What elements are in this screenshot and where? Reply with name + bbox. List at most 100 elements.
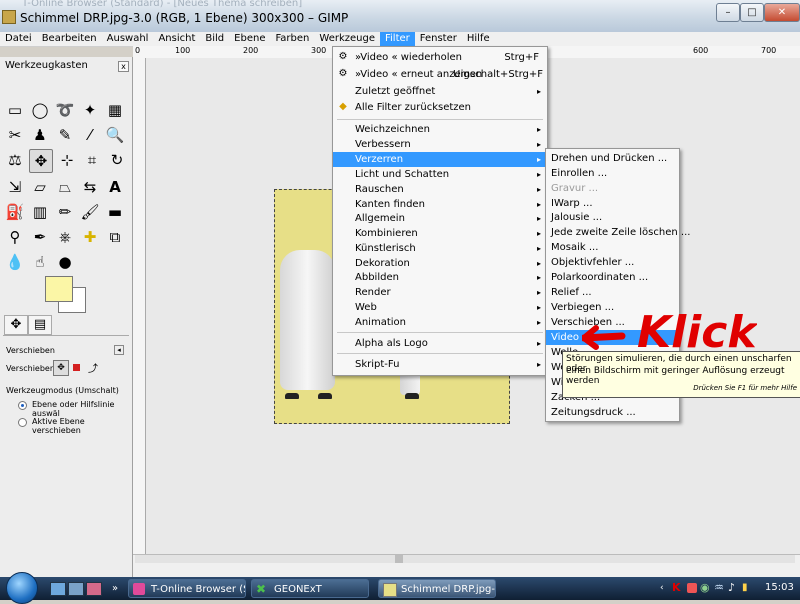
quicklaunch-icon[interactable] bbox=[86, 582, 102, 596]
power-tray-icon[interactable]: ▮ bbox=[742, 582, 754, 594]
menu-werkzeuge[interactable]: Werkzeuge bbox=[314, 32, 380, 46]
menu-item-kanten-finden[interactable]: Kanten finden ▸ bbox=[333, 197, 547, 212]
perspective-clone-icon[interactable]: ⧉ bbox=[104, 226, 126, 248]
submenu-item-jede-zweite-zeile[interactable]: Jede zweite Zeile löschen ... bbox=[546, 225, 690, 240]
menu-bearbeiten[interactable]: Bearbeiten bbox=[37, 32, 102, 46]
menu-auswahl[interactable]: Auswahl bbox=[102, 32, 154, 46]
pencil-icon[interactable]: ✏ bbox=[54, 201, 76, 223]
color-picker-icon[interactable]: ⁄ bbox=[79, 124, 101, 146]
color-select-icon[interactable]: ▦ bbox=[104, 99, 126, 121]
menu-item-reshow[interactable]: ⚙ »Video « erneut anzeigen Umschalt+Strg… bbox=[333, 67, 547, 82]
device-status-tab-icon[interactable]: ▤ bbox=[28, 315, 52, 335]
menu-item-abbilden[interactable]: Abbilden ▸ bbox=[333, 270, 547, 285]
foreground-select-icon[interactable]: ♟ bbox=[29, 124, 51, 146]
menu-hilfe[interactable]: Hilfe bbox=[462, 32, 495, 46]
network-tray-icon[interactable]: ◉ bbox=[700, 582, 712, 594]
volume-tray-icon[interactable]: ♪ bbox=[728, 582, 740, 594]
rect-select-icon[interactable]: ▭ bbox=[4, 99, 26, 121]
tray-icon[interactable] bbox=[687, 583, 697, 593]
dodge-burn-icon[interactable]: ● bbox=[54, 251, 76, 273]
menu-item-rauschen[interactable]: Rauschen ▸ bbox=[333, 182, 547, 197]
move-selection-toggle-icon[interactable] bbox=[73, 364, 80, 371]
taskbar-item-gimp[interactable]: Schimmel DRP.jpg-... bbox=[378, 579, 496, 598]
submenu-item-jalousie[interactable]: Jalousie ... bbox=[546, 210, 679, 225]
shear-icon[interactable]: ▱ bbox=[29, 176, 51, 198]
rotate-icon[interactable]: ↻ bbox=[106, 149, 128, 171]
menu-item-reset-filters[interactable]: ◆ Alle Filter zurücksetzen bbox=[333, 100, 547, 115]
lasso-icon[interactable]: ➰ bbox=[54, 99, 76, 121]
scrollbar-thumb[interactable] bbox=[395, 555, 403, 563]
show-desktop-icon[interactable] bbox=[50, 582, 66, 596]
options-menu-icon[interactable]: ◂ bbox=[114, 345, 124, 355]
flip-icon[interactable]: ⇆ bbox=[79, 176, 101, 198]
menu-item-weichzeichnen[interactable]: Weichzeichnen ▸ bbox=[333, 122, 547, 137]
menu-farben[interactable]: Farben bbox=[270, 32, 314, 46]
taskbar-clock[interactable]: 15:03 bbox=[765, 582, 794, 593]
quicklaunch-chevron-icon[interactable]: » bbox=[112, 583, 118, 594]
blur-icon[interactable]: 💧 bbox=[4, 251, 26, 273]
menu-ansicht[interactable]: Ansicht bbox=[153, 32, 200, 46]
magic-wand-icon[interactable]: ✦ bbox=[79, 99, 101, 121]
submenu-item-mosaik[interactable]: Mosaik ... bbox=[546, 240, 679, 255]
menu-item-web[interactable]: Web ▸ bbox=[333, 300, 547, 315]
ellipse-select-icon[interactable]: ◯ bbox=[29, 99, 51, 121]
move-tool-icon[interactable]: ✥ bbox=[29, 149, 53, 173]
submenu-item-polarkoordinaten[interactable]: Polarkoordinaten ... bbox=[546, 270, 679, 285]
menu-item-alpha-als-logo[interactable]: Alpha als Logo ▸ bbox=[333, 336, 547, 351]
move-layer-toggle-icon[interactable]: ✥ bbox=[53, 360, 69, 376]
wifi-tray-icon[interactable]: ♒ bbox=[714, 582, 726, 594]
menu-item-verzerren[interactable]: Verzerren ▸ bbox=[333, 152, 547, 167]
antivirus-tray-icon[interactable]: K bbox=[672, 582, 684, 594]
menu-item-allgemein[interactable]: Allgemein ▸ bbox=[333, 211, 547, 226]
submenu-item-objektivfehler[interactable]: Objektivfehler ... bbox=[546, 255, 679, 270]
close-button[interactable]: ✕ bbox=[764, 3, 800, 22]
taskbar-item-tonline[interactable]: T-Online Browser (S... bbox=[128, 579, 246, 598]
radio-aktive-ebene[interactable] bbox=[18, 417, 27, 430]
submenu-item-drehen[interactable]: Drehen und Drücken ... bbox=[546, 151, 679, 166]
clone-icon[interactable]: ⎈ bbox=[54, 226, 76, 248]
switch-windows-icon[interactable] bbox=[68, 582, 84, 596]
tool-options-tab-icon[interactable]: ✥ bbox=[4, 315, 28, 335]
menu-ebene[interactable]: Ebene bbox=[229, 32, 270, 46]
menu-item-skript-fu[interactable]: Skript-Fu ▸ bbox=[333, 357, 547, 372]
menu-item-repeat[interactable]: ⚙ »Video « wiederholen Strg+F bbox=[333, 50, 547, 65]
menu-item-kuenstlerisch[interactable]: Künstlerisch ▸ bbox=[333, 241, 547, 256]
scale-icon[interactable]: ⇲ bbox=[4, 176, 26, 198]
menu-item-licht-und-schatten[interactable]: Licht und Schatten ▸ bbox=[333, 167, 547, 182]
scissors-icon[interactable]: ✂ bbox=[4, 124, 26, 146]
ink-icon[interactable]: ✒ bbox=[29, 226, 51, 248]
menu-item-verbessern[interactable]: Verbessern ▸ bbox=[333, 137, 547, 152]
taskbar-item-geonext[interactable]: ✖ GEONExT bbox=[251, 579, 369, 598]
bucket-fill-icon[interactable]: ⛽ bbox=[4, 201, 26, 223]
zoom-icon[interactable]: 🔍 bbox=[104, 124, 126, 146]
foreground-color-swatch-front[interactable] bbox=[45, 276, 73, 302]
menu-datei[interactable]: Datei bbox=[0, 32, 37, 46]
paintbrush-icon[interactable]: 🖌 bbox=[79, 201, 101, 223]
menu-item-animation[interactable]: Animation ▸ bbox=[333, 315, 547, 330]
menu-item-dekoration[interactable]: Dekoration ▸ bbox=[333, 256, 547, 271]
menu-fenster[interactable]: Fenster bbox=[415, 32, 462, 46]
menu-bild[interactable]: Bild bbox=[200, 32, 229, 46]
toolbox-close-button[interactable]: x bbox=[118, 61, 129, 72]
heal-icon[interactable]: ✚ bbox=[79, 226, 101, 248]
text-tool-icon[interactable]: A bbox=[104, 176, 126, 198]
menu-item-render[interactable]: Render ▸ bbox=[333, 285, 547, 300]
menu-item-recent[interactable]: Zuletzt geöffnet ▸ bbox=[333, 84, 547, 99]
submenu-item-zeitungsdruck[interactable]: Zeitungsdruck ... bbox=[546, 405, 679, 420]
measure-icon[interactable]: ⚖ bbox=[4, 149, 26, 171]
submenu-item-einrollen[interactable]: Einrollen ... bbox=[546, 166, 679, 181]
start-button[interactable] bbox=[6, 572, 38, 604]
airbrush-icon[interactable]: ⚲ bbox=[4, 226, 26, 248]
minimize-button[interactable]: – bbox=[716, 3, 740, 22]
horizontal-scrollbar[interactable] bbox=[135, 555, 795, 563]
blend-icon[interactable]: ▥ bbox=[29, 201, 51, 223]
maximize-button[interactable]: □ bbox=[740, 3, 764, 22]
smudge-icon[interactable]: ☝ bbox=[29, 251, 51, 273]
perspective-icon[interactable]: ⏢ bbox=[54, 176, 76, 198]
eraser-icon[interactable]: ▬ bbox=[104, 201, 126, 223]
submenu-item-iwarp[interactable]: IWarp ... bbox=[546, 196, 679, 211]
crop-icon[interactable]: ⌗ bbox=[81, 149, 103, 171]
tray-chevron-icon[interactable]: ‹ bbox=[660, 583, 664, 593]
move-path-toggle-icon[interactable]: ⤴ bbox=[88, 360, 98, 375]
menu-filter[interactable]: Filter bbox=[380, 32, 415, 46]
